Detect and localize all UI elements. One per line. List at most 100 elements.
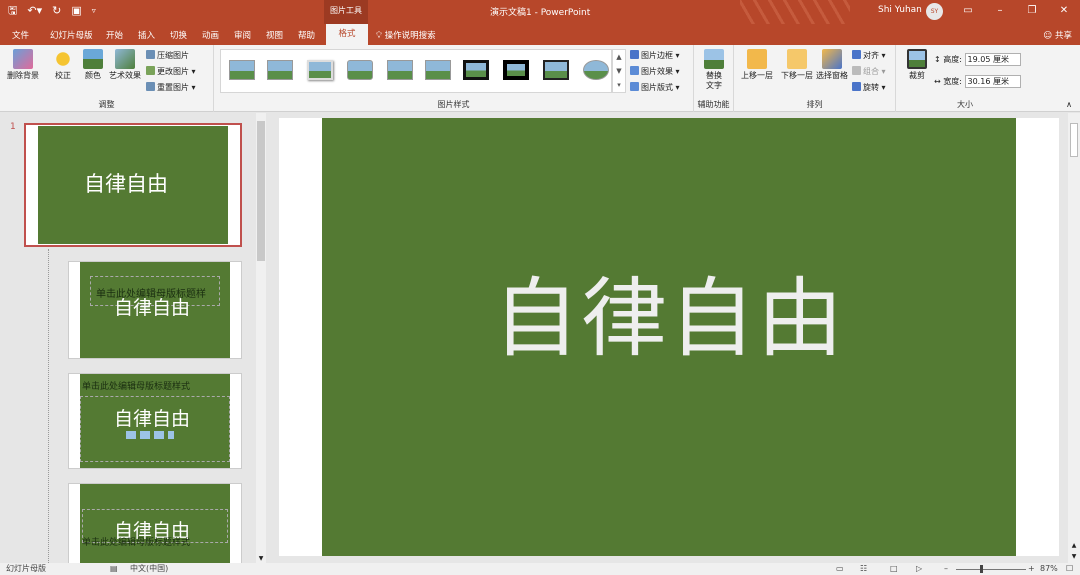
minimize-icon[interactable]: – <box>984 0 1016 24</box>
layout-2-icons <box>126 431 174 439</box>
tab-review[interactable]: 审阅 <box>234 29 251 41</box>
picture-style-8[interactable] <box>503 60 529 80</box>
rotate-label: 旋转 <box>863 83 879 92</box>
picture-border-button[interactable]: 图片边框 ▾ <box>630 50 680 61</box>
remove-background-button[interactable]: 删除背景 <box>4 49 42 81</box>
layout-3-title: 单击此处编辑母版标题样式 <box>82 538 191 548</box>
slide-sorter-icon[interactable]: ☷ <box>860 563 867 575</box>
height-input[interactable]: 19.05 厘米 <box>964 53 1021 66</box>
collapse-ribbon-icon[interactable]: ∧ <box>1066 100 1072 109</box>
selection-pane-button[interactable]: 选择窗格 <box>814 49 850 81</box>
width-input[interactable]: 30.16 厘米 <box>964 75 1021 88</box>
canvas-scroll-thumb[interactable] <box>1070 123 1078 157</box>
picture-tools-context-label: 图片工具 <box>324 0 368 24</box>
picture-layout-icon <box>630 82 639 91</box>
picture-styles-gallery <box>220 49 612 93</box>
spelling-icon[interactable]: ▤ <box>110 563 118 575</box>
picture-style-5[interactable] <box>387 60 413 80</box>
corrections-button[interactable]: 校正 <box>48 49 78 81</box>
layout-2-title: 单击此处编辑母版标题样式 <box>82 382 191 392</box>
avatar[interactable]: SY <box>926 3 943 20</box>
picture-style-3[interactable] <box>307 60 333 80</box>
customize-qat-icon[interactable]: ▿ <box>92 4 96 18</box>
change-picture-button[interactable]: 更改图片 ▾ <box>146 66 196 77</box>
close-icon[interactable]: ✕ <box>1048 0 1080 24</box>
ribbon-tabs: 文件 幻灯片母版 开始 插入 切换 动画 审阅 视图 帮助 格式 💡︎ 操作说明… <box>0 24 1080 45</box>
picture-style-7[interactable] <box>463 60 489 80</box>
zoom-in-icon[interactable]: + <box>1028 563 1035 575</box>
align-button[interactable]: 对齐 ▾ <box>852 50 886 61</box>
tab-slide-master[interactable]: 幻灯片母版 <box>50 29 93 41</box>
tab-help[interactable]: 帮助 <box>298 29 315 41</box>
zoom-slider-thumb[interactable] <box>980 565 983 573</box>
normal-view-icon[interactable]: ▭ <box>836 563 844 575</box>
zoom-slider[interactable] <box>956 569 1026 570</box>
alt-text-button[interactable]: 替换文字 <box>698 49 730 91</box>
tell-me-search[interactable]: 💡︎ 操作说明搜索 <box>376 29 436 41</box>
gallery-scroll[interactable]: ▲ ▼ ▾ <box>612 49 626 93</box>
fit-to-window-icon[interactable]: ☐ <box>1066 563 1073 575</box>
picture-layout-button[interactable]: 图片版式 ▾ <box>630 82 680 93</box>
restore-icon[interactable]: ❐ <box>1016 0 1048 24</box>
reset-picture-label: 重置图片 <box>157 83 189 92</box>
group-button[interactable]: 组合 ▾ <box>852 66 886 77</box>
previous-slide-icon[interactable]: ▲ <box>1068 542 1080 549</box>
status-language[interactable]: 中文(中国) <box>130 563 168 575</box>
title-bar: 🖫 ↶▾ ↻ ▣ ▿ 图片工具 演示文稿1 - PowerPoint Shi Y… <box>0 0 1080 24</box>
send-backward-button[interactable]: 下移一层 <box>778 49 816 81</box>
width-icon: ↔ <box>934 77 941 86</box>
thumbnail-scroll-thumb[interactable] <box>257 121 265 261</box>
slide-title-text[interactable]: 自律自由 <box>322 264 1016 374</box>
undo-icon[interactable]: ↶▾ <box>27 4 42 18</box>
color-button[interactable]: 颜色 <box>80 49 106 81</box>
canvas-scrollbar[interactable]: ▲ ▼ <box>1068 113 1080 563</box>
size-group-label: 大小 <box>957 100 973 109</box>
picture-effects-button[interactable]: 图片效果 ▾ <box>630 66 680 77</box>
rotate-button[interactable]: 旋转 ▾ <box>852 82 886 93</box>
artistic-effects-icon <box>115 49 135 69</box>
tell-me-label: 操作说明搜索 <box>384 31 436 41</box>
color-icon <box>83 49 103 69</box>
thumbnail-scroll-down-icon[interactable]: ▼ <box>256 555 266 562</box>
thumbnail-scrollbar[interactable]: ▼ <box>256 113 266 563</box>
size-group: 裁剪 ↕ 高度: 19.05 厘米 ↔ 宽度: 30.16 厘米 大小 <box>896 45 1034 112</box>
picture-style-10[interactable] <box>583 60 609 80</box>
redo-icon[interactable]: ↻ <box>52 4 61 18</box>
adjust-group: 删除背景 校正 颜色 艺术效果 压缩图片 更改图片 ▾ 重置图片 ▾ 调整 <box>0 45 214 112</box>
tab-view[interactable]: 视图 <box>266 29 283 41</box>
slideshow-icon[interactable]: ▷ <box>916 563 922 575</box>
tab-file[interactable]: 文件 <box>12 29 29 41</box>
compress-pictures-button[interactable]: 压缩图片 <box>146 50 189 61</box>
ribbon-display-icon[interactable]: ▭ <box>952 0 984 24</box>
crop-button[interactable]: 裁剪 <box>904 49 930 81</box>
tab-home[interactable]: 开始 <box>106 29 123 41</box>
picture-style-4[interactable] <box>347 60 373 80</box>
user-name[interactable]: Shi Yuhan <box>878 5 922 15</box>
align-icon <box>852 50 861 59</box>
share-button[interactable]: ☺ 共享 <box>1043 29 1072 41</box>
save-icon[interactable]: 🖫 <box>8 4 17 18</box>
picture-border-label: 图片边框 <box>641 51 673 60</box>
zoom-out-icon[interactable]: – <box>944 563 948 575</box>
zoom-level[interactable]: 87% <box>1040 563 1058 575</box>
tab-format[interactable]: 格式 <box>326 24 368 45</box>
tab-animations[interactable]: 动画 <box>202 29 219 41</box>
compress-icon <box>146 50 155 59</box>
master-slide-number: 1 <box>10 122 16 132</box>
arrange-group-label: 排列 <box>806 100 823 109</box>
picture-style-6[interactable] <box>425 60 451 80</box>
selection-pane-label: 选择窗格 <box>816 71 848 80</box>
picture-style-1[interactable] <box>229 60 255 80</box>
bring-forward-button[interactable]: 上移一层 <box>738 49 776 81</box>
tab-transitions[interactable]: 切换 <box>170 29 187 41</box>
artistic-effects-button[interactable]: 艺术效果 <box>106 49 144 81</box>
picture-style-9[interactable] <box>543 60 569 80</box>
present-icon[interactable]: ▣ <box>71 4 81 18</box>
tab-insert[interactable]: 插入 <box>138 29 155 41</box>
next-slide-icon[interactable]: ▼ <box>1068 553 1080 560</box>
group-icon <box>852 66 861 75</box>
reading-view-icon[interactable]: □ <box>890 563 898 575</box>
picture-style-2[interactable] <box>267 60 293 80</box>
window-controls: ▭ – ❐ ✕ <box>952 0 1080 24</box>
reset-picture-button[interactable]: 重置图片 ▾ <box>146 82 196 93</box>
